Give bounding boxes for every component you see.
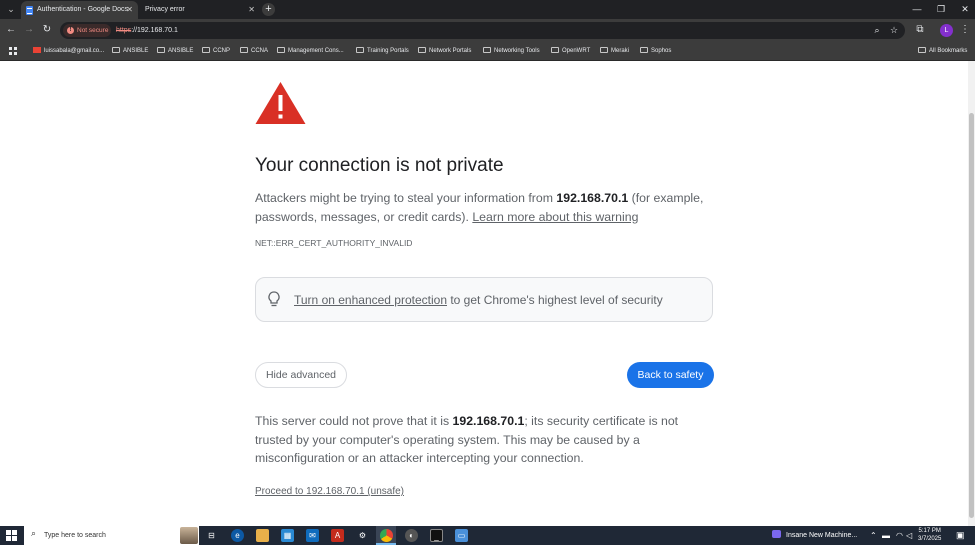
bookmark-folder[interactable]: Training Portals: [356, 42, 409, 60]
terminal-icon[interactable]: _: [430, 529, 443, 542]
not-secure-chip[interactable]: ! Not secure: [63, 24, 111, 37]
reload-icon[interactable]: ↻: [40, 23, 54, 37]
folder-icon: [918, 47, 926, 53]
bookmark-folder[interactable]: Networking Tools: [483, 42, 540, 60]
bookmark-folder[interactable]: CCNP: [202, 42, 230, 60]
chrome-icon[interactable]: [380, 529, 393, 542]
back-arrow-icon[interactable]: ←: [4, 23, 18, 37]
tab-privacy-error[interactable]: Privacy error ✕: [138, 1, 260, 19]
network-icon[interactable]: ▬: [882, 526, 890, 545]
close-tab-icon[interactable]: ✕: [248, 1, 255, 19]
taskbar: ⌕ Type here to search ⊟ e ▦ ✉ A ⚙ ◐ _ ▭ …: [0, 526, 975, 545]
bookmark-folder[interactable]: ANSIBLE: [157, 42, 193, 60]
warning-circle-icon: !: [67, 27, 74, 34]
apps-grid-icon[interactable]: [9, 47, 17, 55]
zoom-icon[interactable]: ⌕: [870, 23, 884, 37]
back-to-safety-button[interactable]: Back to safety: [627, 362, 714, 388]
google-docs-icon: [26, 6, 33, 15]
media-app-icon: [772, 530, 781, 538]
bookmark-folder[interactable]: CCNA: [240, 42, 268, 60]
forward-arrow-icon[interactable]: →: [22, 23, 36, 37]
show-hidden-icons[interactable]: ⌃: [870, 526, 877, 545]
more-menu-icon[interactable]: ⋮: [958, 23, 972, 37]
search-icon: ⌕: [31, 528, 37, 538]
url-text[interactable]: https://192.168.70.1: [116, 22, 178, 39]
media-widget[interactable]: Insane New Machine...: [772, 526, 857, 545]
scrollbar-thumb[interactable]: [969, 113, 974, 518]
obs-icon[interactable]: ◐: [405, 529, 418, 542]
mail-icon[interactable]: ✉: [306, 529, 319, 542]
folder-icon: [202, 47, 210, 53]
wifi-icon[interactable]: ◠: [896, 526, 903, 545]
store-icon[interactable]: ▦: [281, 529, 294, 542]
remote-desktop-icon[interactable]: ▭: [455, 529, 468, 542]
tab-authentication[interactable]: Authentication - Google Docs ✕: [21, 1, 138, 19]
folder-icon: [240, 47, 248, 53]
hide-advanced-button[interactable]: Hide advanced: [255, 362, 347, 388]
close-tab-icon[interactable]: ✕: [126, 1, 133, 19]
bookmarks-bar: luissabala@gmail.co... ANSIBLE ANSIBLE C…: [0, 42, 975, 61]
enhanced-protection-link[interactable]: Turn on enhanced protection: [294, 293, 447, 307]
details-paragraph: This server could not prove that it is 1…: [255, 414, 679, 465]
settings-gear-icon[interactable]: ⚙: [356, 529, 369, 542]
bookmark-folder[interactable]: Sophos: [640, 42, 671, 60]
bookmark-folder[interactable]: Network Portals: [418, 42, 471, 60]
folder-icon: [356, 47, 364, 53]
search-highlight-image: [180, 527, 198, 544]
page-heading: Your connection is not private: [255, 155, 504, 176]
volume-icon[interactable]: ◁: [906, 526, 912, 545]
tab-title: Authentication - Google Docs: [37, 6, 129, 13]
host-name: 192.168.70.1: [556, 191, 629, 205]
extensions-puzzle-icon[interactable]: ⧉: [913, 23, 927, 37]
all-bookmarks[interactable]: All Bookmarks: [918, 42, 967, 60]
minimize-button[interactable]: —: [906, 0, 928, 19]
folder-icon: [277, 47, 285, 53]
enhanced-protection-box: Turn on enhanced protection to get Chrom…: [255, 277, 713, 322]
new-tab-button[interactable]: +: [262, 3, 275, 16]
bookmark-star-icon[interactable]: ☆: [887, 23, 901, 37]
file-explorer-icon[interactable]: [256, 529, 269, 542]
folder-icon: [157, 47, 165, 53]
bookmark-folder[interactable]: ANSIBLE: [112, 42, 148, 60]
learn-more-link[interactable]: Learn more about this warning: [472, 210, 638, 224]
notifications-icon[interactable]: ▣: [956, 526, 965, 545]
pdf-reader-icon[interactable]: A: [331, 529, 344, 542]
windows-start-icon[interactable]: [6, 530, 17, 541]
tab-strip: ⌄ Authentication - Google Docs ✕ Privacy…: [0, 0, 975, 19]
not-secure-label: Not secure: [77, 27, 109, 34]
restore-button[interactable]: ❐: [930, 0, 952, 19]
proceed-unsafe-link[interactable]: Proceed to 192.168.70.1 (unsafe): [255, 486, 404, 497]
folder-icon: [112, 47, 120, 53]
folder-icon: [640, 47, 648, 53]
tab-search-chevron-icon[interactable]: ⌄: [4, 2, 18, 16]
bookmark-gmail[interactable]: luissabala@gmail.co...: [33, 42, 104, 60]
profile-avatar[interactable]: L: [940, 24, 953, 37]
address-bar[interactable]: ! Not secure https://192.168.70.1 ⌕ ☆: [60, 22, 905, 39]
edge-icon[interactable]: e: [231, 529, 244, 542]
clock[interactable]: 5:17 PM 3/7/2025: [918, 527, 941, 543]
search-placeholder: Type here to search: [44, 532, 106, 539]
bookmark-folder[interactable]: Meraki: [600, 42, 629, 60]
browser-toolbar: ← → ↻ ! Not secure https://192.168.70.1 …: [0, 19, 975, 42]
gmail-icon: [33, 47, 41, 53]
task-view-icon[interactable]: ⊟: [205, 529, 218, 542]
scrollbar[interactable]: [968, 61, 975, 526]
error-code: NET::ERR_CERT_AUTHORITY_INVALID: [255, 238, 413, 248]
folder-icon: [551, 47, 559, 53]
bookmark-folder[interactable]: Management Cons...: [277, 42, 344, 60]
lightbulb-icon: [268, 291, 280, 307]
close-window-button[interactable]: ✕: [954, 0, 975, 19]
tab-title: Privacy error: [145, 6, 185, 13]
folder-icon: [418, 47, 426, 53]
host-name: 192.168.70.1: [452, 414, 525, 428]
bookmark-folder[interactable]: OpenWRT: [551, 42, 590, 60]
folder-icon: [600, 47, 608, 53]
warning-triangle-icon: [255, 82, 306, 124]
intro-paragraph: Attackers might be trying to steal your …: [255, 191, 704, 224]
taskbar-search[interactable]: ⌕ Type here to search: [24, 526, 199, 545]
folder-icon: [483, 47, 491, 53]
enhanced-protection-text: Turn on enhanced protection to get Chrom…: [294, 293, 663, 307]
